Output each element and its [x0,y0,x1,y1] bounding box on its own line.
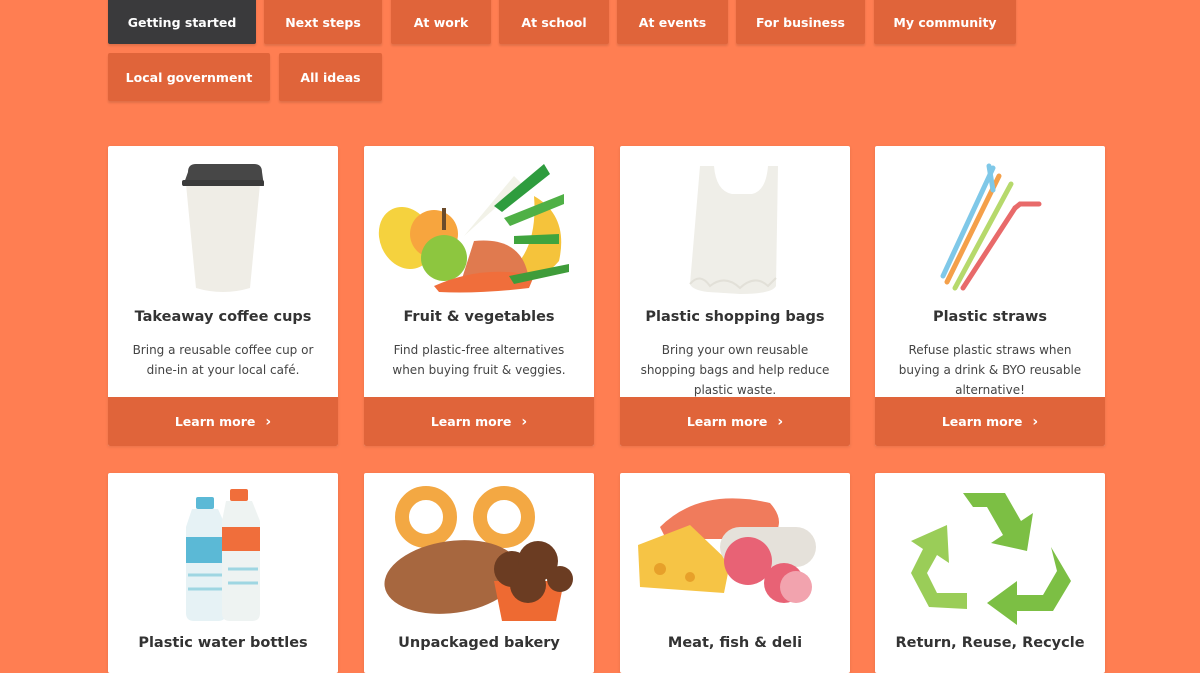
tab-local-government[interactable]: Local government [108,53,270,101]
idea-card-water-bottles[interactable]: Plastic water bottles [108,473,338,673]
tab-all-ideas[interactable]: All ideas [279,53,382,101]
tab-my-community[interactable]: My community [874,0,1016,44]
idea-card-recycle[interactable]: Return, Reuse, Recycle [875,473,1105,673]
card-description: Bring a reusable coffee cup or dine-in a… [132,343,314,377]
card-description: Find plastic-free alternatives when buyi… [392,343,566,377]
tab-for-business[interactable]: For business [736,0,865,44]
learn-more-button[interactable]: Learn more › [875,397,1105,446]
coffee-cup-icon [182,164,264,292]
deli-icon [638,498,816,603]
chevron-right-icon: › [265,413,272,430]
card-title: Takeaway coffee cups [134,309,312,325]
card-description: Refuse plastic straws when buying a drin… [898,343,1082,397]
learn-more-button[interactable]: Learn more › [108,397,338,446]
water-bottles-icon [186,489,260,621]
shopping-bag-icon [689,166,778,294]
tab-at-work[interactable]: At work [391,0,491,44]
card-title: Plastic straws [932,309,1048,325]
idea-card-shopping-bags[interactable]: Plastic shopping bags Bring your own reu… [620,146,850,446]
idea-card-bakery[interactable]: Unpackaged bakery [364,473,594,673]
idea-card-coffee-cups[interactable]: Takeaway coffee cups Bring a reusable co… [108,146,338,446]
card-title: Plastic shopping bags [645,309,825,325]
tab-at-events[interactable]: At events [617,0,728,44]
learn-more-button[interactable]: Learn more › [364,397,594,446]
card-title: Fruit & vegetables [403,309,555,325]
card-title: Unpackaged bakery [398,635,560,651]
straws-icon [940,163,1042,291]
idea-card-deli[interactable]: Meat, fish & deli [620,473,850,673]
chevron-right-icon: › [521,413,528,430]
tab-getting-started[interactable]: Getting started [108,0,256,44]
idea-card-straws[interactable]: Plastic straws Refuse plastic straws whe… [875,146,1105,446]
idea-card-fruit-vegetables[interactable]: Fruit & vegetables Find plastic-free alt… [364,146,594,446]
recycle-icon [911,493,1071,625]
card-title: Meat, fish & deli [667,635,803,651]
chevron-right-icon: › [1032,413,1039,430]
learn-more-button[interactable]: Learn more › [620,397,850,446]
tab-next-steps[interactable]: Next steps [264,0,382,44]
card-title: Plastic water bottles [138,635,308,651]
card-description: Bring your own reusable shopping bags an… [640,343,830,397]
bakery-icon [384,486,573,621]
fruit-vegetables-icon [378,164,569,293]
tab-at-school[interactable]: At school [499,0,609,44]
card-title: Return, Reuse, Recycle [895,635,1085,651]
chevron-right-icon: › [777,413,784,430]
